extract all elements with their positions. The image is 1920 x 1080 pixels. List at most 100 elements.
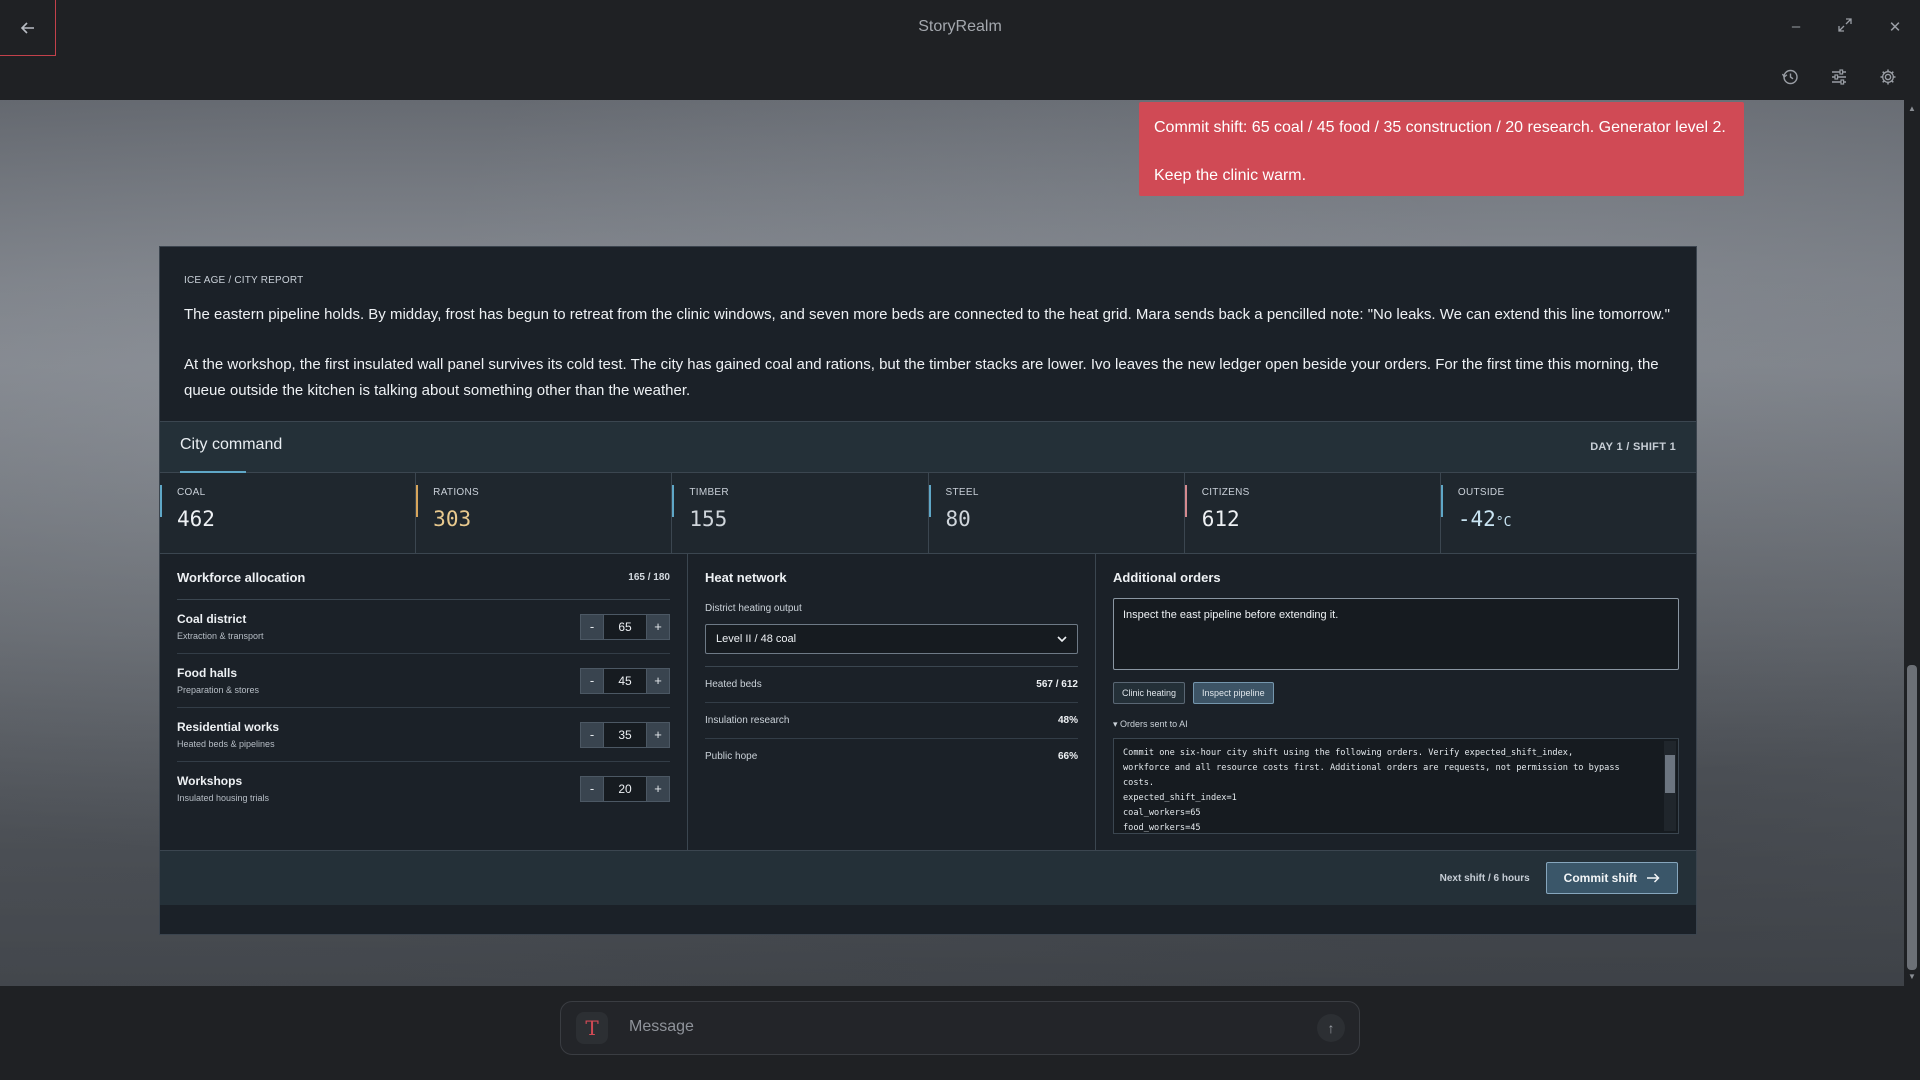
code-scrollbar[interactable] xyxy=(1664,741,1676,831)
increment-button[interactable]: + xyxy=(647,722,669,747)
stat-rations: RATIONS 303 xyxy=(416,473,673,553)
stat-accent-bar xyxy=(416,485,419,517)
food-workers-input[interactable]: 45 xyxy=(603,668,647,693)
message-composer: T Message ↑ xyxy=(560,1001,1360,1055)
decrement-button[interactable]: - xyxy=(581,722,603,747)
city-report: ICE AGE / CITY REPORT The eastern pipeli… xyxy=(160,247,1696,447)
row-name: Residential works xyxy=(177,720,280,734)
increment-button[interactable]: + xyxy=(647,614,669,639)
coal-stepper: - 65 + xyxy=(580,613,670,640)
commit-shift-label: Commit shift xyxy=(1563,871,1637,885)
stat-label: RATIONS xyxy=(433,487,479,498)
app-title: StoryRealm xyxy=(918,18,1002,35)
code-line: food_workers=45 xyxy=(1123,823,1201,833)
orders-code-block[interactable]: Commit one six-hour city shift using the… xyxy=(1113,738,1679,834)
maximize-icon[interactable] xyxy=(1835,18,1855,36)
stat-label: COAL xyxy=(177,487,206,498)
orders-textarea[interactable]: Inspect the east pipeline before extendi… xyxy=(1113,598,1679,670)
decrement-button[interactable]: - xyxy=(581,776,603,801)
message-input[interactable]: Message xyxy=(629,1018,694,1036)
stat-value: 303 xyxy=(433,507,472,531)
row-name: Food halls xyxy=(177,666,237,680)
stat-coal: COAL 462 xyxy=(160,473,417,553)
minimize-icon[interactable]: – xyxy=(1786,18,1806,35)
increment-button[interactable]: + xyxy=(647,776,669,801)
decrement-button[interactable]: - xyxy=(581,668,603,693)
commit-shift-button[interactable]: Commit shift xyxy=(1545,862,1678,894)
code-line: Commit one six-hour city shift using the… xyxy=(1123,748,1574,758)
stat-value: -42°C xyxy=(1457,507,1512,531)
stat-accent-bar xyxy=(1184,485,1187,517)
day-shift-indicator: DAY 1 / SHIFT 1 xyxy=(1590,441,1676,453)
stat-citizens: CITIZENS 612 xyxy=(1184,473,1441,553)
stat-label: STEEL xyxy=(945,487,979,498)
notification-toast[interactable]: Commit shift: 65 coal / 45 food / 35 con… xyxy=(1139,102,1744,196)
heating-output-value: Level II / 48 coal xyxy=(716,633,797,645)
increment-button[interactable]: + xyxy=(647,668,669,693)
orders-text: Inspect the east pipeline before extendi… xyxy=(1123,609,1339,621)
stat-value: 155 xyxy=(689,507,728,531)
gear-icon[interactable] xyxy=(1877,66,1899,88)
page-scrollbar[interactable]: ▲ ▼ xyxy=(1904,100,1920,986)
stat-steel: STEEL 80 xyxy=(928,473,1185,553)
row-subtitle: Heated beds & pipelines xyxy=(177,739,275,749)
decrement-button[interactable]: - xyxy=(581,614,603,639)
additional-orders: Additional orders Inspect the east pipel… xyxy=(1096,554,1696,850)
code-line: costs. xyxy=(1123,778,1155,788)
chip-inspect-pipeline[interactable]: Inspect pipeline xyxy=(1193,682,1274,704)
workforce-allocation: Workforce allocation 165 / 180 Coal dist… xyxy=(160,554,688,850)
workforce-row-food: Food halls Preparation & stores - 45 + xyxy=(177,654,670,708)
heating-output-select[interactable]: Level II / 48 coal xyxy=(705,624,1078,654)
stat-label: OUTSIDE xyxy=(1457,487,1505,498)
heat-row-value: 66% xyxy=(1057,751,1078,762)
chip-clinic-heating[interactable]: Clinic heating xyxy=(1113,682,1186,704)
code-line: workforce and all resource costs first. … xyxy=(1123,763,1620,773)
row-subtitle: Preparation & stores xyxy=(177,685,260,695)
sliders-icon[interactable] xyxy=(1828,66,1850,88)
code-scrollbar-thumb[interactable] xyxy=(1665,755,1675,793)
stat-value: 612 xyxy=(1201,507,1240,531)
scrollbar-thumb[interactable] xyxy=(1907,665,1917,970)
close-icon[interactable]: ✕ xyxy=(1885,18,1905,36)
text-format-icon[interactable]: T xyxy=(576,1012,608,1044)
report-paragraph-1: The eastern pipeline holds. By midday, f… xyxy=(184,306,1670,323)
coal-workers-input[interactable]: 65 xyxy=(603,614,647,639)
stat-timber: TIMBER 155 xyxy=(672,473,929,553)
stat-value: 80 xyxy=(945,507,971,531)
heat-row-label: Insulation research xyxy=(705,715,790,726)
chevron-down-icon xyxy=(1057,636,1067,642)
workforce-header: Workforce allocation 165 / 180 xyxy=(177,570,670,600)
city-command: City command DAY 1 / SHIFT 1 COAL 462 RA… xyxy=(160,421,1696,905)
heat-network-title: Heat network xyxy=(705,570,787,585)
order-chips: Clinic heating Inspect pipeline xyxy=(1113,682,1679,704)
scroll-down-icon[interactable]: ▼ xyxy=(1907,972,1917,982)
row-name: Workshops xyxy=(177,774,243,788)
resource-stats: COAL 462 RATIONS 303 TIMBER 155 STEEL 80… xyxy=(160,473,1696,554)
arrow-up-icon: ↑ xyxy=(1327,1020,1335,1036)
toast-line-2: Keep the clinic warm. xyxy=(1154,167,1307,184)
workforce-row-workshops: Workshops Insulated housing trials - 20 + xyxy=(177,762,670,815)
workforce-count: 165 / 180 xyxy=(628,572,670,583)
stat-accent-bar xyxy=(160,485,162,517)
tab-city-command[interactable]: City command xyxy=(180,436,282,454)
row-subtitle: Insulated housing trials xyxy=(177,793,270,803)
code-line: coal_workers=65 xyxy=(1123,808,1201,818)
stat-value: 462 xyxy=(177,507,215,531)
heat-stats: Heated beds 567 / 612 Insulation research… xyxy=(705,666,1078,774)
row-name: Coal district xyxy=(177,612,247,626)
report-paragraph-2: At the workshop, the first insulated wal… xyxy=(184,356,1659,399)
orders-sent-toggle[interactable]: ▾ Orders sent to AI xyxy=(1113,719,1679,730)
heat-row-insulation: Insulation research 48% xyxy=(705,703,1078,739)
workshops-stepper: - 20 + xyxy=(580,775,670,802)
scroll-up-icon[interactable]: ▲ xyxy=(1907,104,1917,114)
history-icon[interactable] xyxy=(1779,66,1801,88)
heat-row-beds: Heated beds 567 / 612 xyxy=(705,667,1078,703)
workshops-workers-input[interactable]: 20 xyxy=(603,776,647,801)
command-columns: Workforce allocation 165 / 180 Coal dist… xyxy=(160,554,1696,851)
triangle-down-icon: ▾ xyxy=(1113,719,1118,729)
send-button[interactable]: ↑ xyxy=(1317,1014,1345,1042)
heat-row-label: Public hope xyxy=(705,751,758,762)
command-footer: Next shift / 6 hours Commit shift xyxy=(160,851,1696,905)
command-header: City command DAY 1 / SHIFT 1 xyxy=(160,422,1696,473)
residential-workers-input[interactable]: 35 xyxy=(603,722,647,747)
